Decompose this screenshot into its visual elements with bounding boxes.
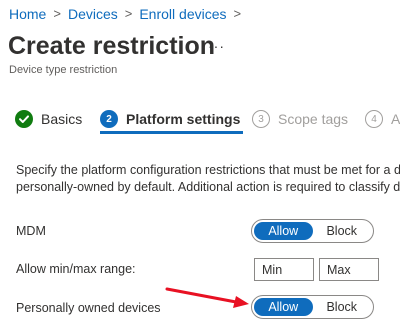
tab-assignments-label: As [391,111,400,127]
description-line: personally-owned by default. Additional … [16,180,400,194]
description: Specify the platform configuration restr… [16,162,400,196]
description-line: Specify the platform configuration restr… [16,163,400,177]
breadcrumb-devices[interactable]: Devices [68,6,118,22]
page-title: Create restriction [8,32,216,60]
wizard-steps: Basics 2 Platform settings 3 Scope tags … [15,110,400,134]
page-subtitle: Device type restriction [9,64,118,76]
breadcrumb-separator: > [53,5,61,21]
tab-scope-tags-label: Scope tags [278,111,349,127]
create-restriction-page: Home > Devices > Enroll devices > Create… [0,0,400,331]
personally-owned-allow-option[interactable]: Allow [254,298,313,316]
step-number-icon: 2 [100,110,118,128]
max-input[interactable] [319,258,379,281]
breadcrumb-enroll-devices[interactable]: Enroll devices [139,6,226,22]
personally-owned-label: Personally owned devices [16,301,161,315]
min-input[interactable] [254,258,314,281]
mdm-toggle: Allow Block [251,219,374,243]
mdm-allow-option[interactable]: Allow [254,222,313,240]
tab-assignments[interactable]: 4 As [365,110,400,128]
personally-owned-block-option[interactable]: Block [313,298,372,316]
tab-platform-settings[interactable]: 2 Platform settings [100,110,240,128]
more-options-button[interactable]: ··· [208,38,225,54]
breadcrumb-separator: > [233,5,242,21]
checkmark-icon [15,110,33,128]
step-number-icon: 4 [365,110,383,128]
minmax-label: Allow min/max range: [16,262,136,276]
breadcrumb-separator: > [124,5,133,21]
tab-scope-tags[interactable]: 3 Scope tags [252,110,348,128]
tab-platform-settings-label: Platform settings [126,111,241,127]
breadcrumb-home[interactable]: Home [9,6,46,22]
tab-basics[interactable]: Basics [15,110,82,128]
breadcrumb: Home > Devices > Enroll devices > [9,5,248,23]
active-tab-indicator [100,131,243,134]
mdm-label: MDM [16,224,46,238]
personally-owned-toggle: Allow Block [251,295,374,319]
step-number-icon: 3 [252,110,270,128]
mdm-block-option[interactable]: Block [313,222,372,240]
tab-basics-label: Basics [41,111,83,127]
red-arrow-annotation [165,287,249,308]
